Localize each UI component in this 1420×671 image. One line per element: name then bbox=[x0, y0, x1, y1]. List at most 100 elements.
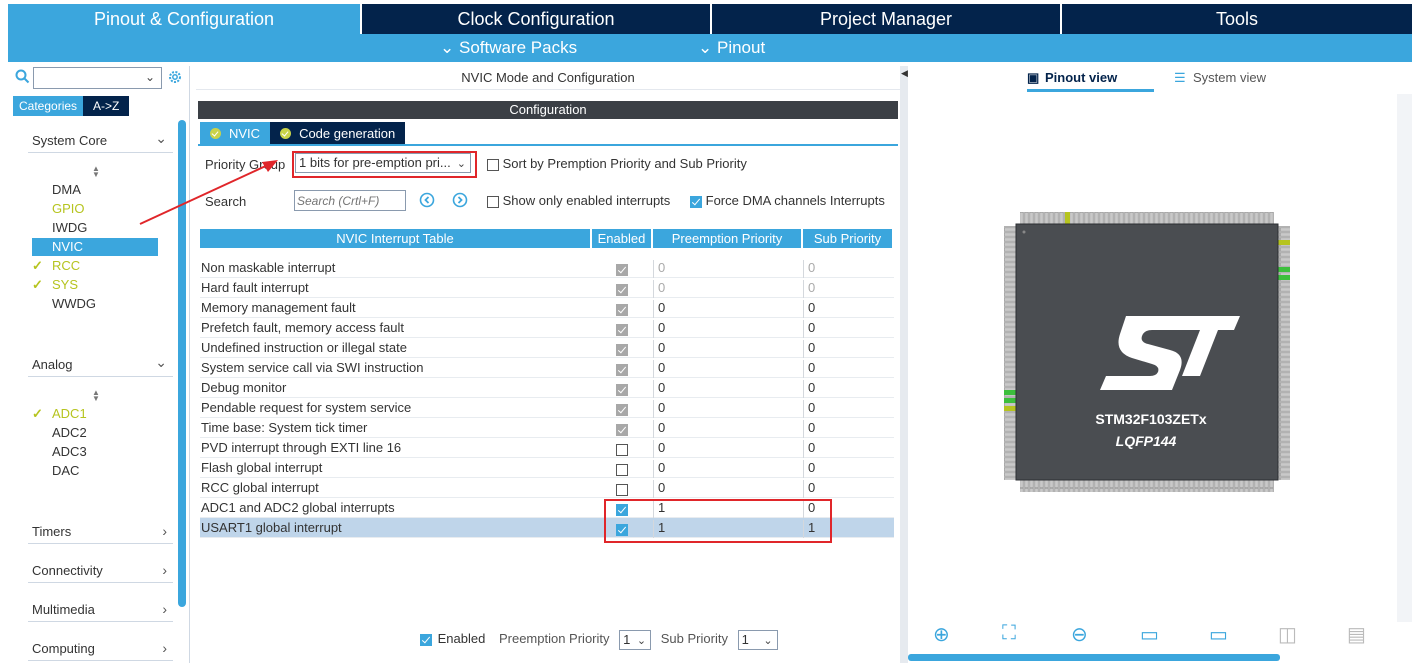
sub-priority-select[interactable]: 1 ⌄ bbox=[737, 630, 778, 650]
category-timers[interactable]: Timers › bbox=[28, 522, 173, 544]
table-row[interactable]: Flash global interrupt 0 0 bbox=[200, 458, 894, 478]
sub-priority-cell[interactable]: 0 bbox=[803, 280, 893, 298]
sub-priority-cell[interactable]: 0 bbox=[803, 320, 893, 338]
zoom-out-icon[interactable]: ⊖ bbox=[1071, 622, 1088, 647]
software-packs-menu[interactable]: ⌄ Software Packs bbox=[440, 38, 577, 58]
sidebar-item-gpio[interactable]: GPIO bbox=[52, 200, 85, 218]
preemption-priority-cell[interactable]: 0 bbox=[653, 360, 803, 378]
rotate-right-icon[interactable]: ▭ bbox=[1140, 622, 1159, 647]
preemption-priority-cell[interactable]: 0 bbox=[653, 280, 803, 298]
sub-priority-cell[interactable]: 0 bbox=[803, 300, 893, 318]
table-row[interactable]: PVD interrupt through EXTI line 16 0 0 bbox=[200, 438, 894, 458]
vertical-scrollbar[interactable] bbox=[1397, 94, 1412, 622]
horizontal-scrollbar[interactable] bbox=[908, 654, 1280, 661]
sub-priority-cell[interactable]: 0 bbox=[803, 460, 893, 478]
col-sub-priority[interactable]: Sub Priority bbox=[803, 229, 892, 248]
show-enabled-checkbox[interactable] bbox=[487, 195, 499, 208]
table-row[interactable]: Hard fault interrupt 0 0 bbox=[200, 278, 894, 298]
sub-priority-cell[interactable]: 0 bbox=[803, 440, 893, 458]
search-previous-icon[interactable] bbox=[419, 192, 435, 208]
category-multimedia[interactable]: Multimedia › bbox=[28, 600, 173, 622]
tab-categories[interactable]: Categories bbox=[13, 96, 84, 116]
sub-priority-cell[interactable]: 0 bbox=[803, 380, 893, 398]
enabled-checkbox[interactable] bbox=[616, 441, 628, 456]
preemption-priority-cell[interactable]: 0 bbox=[653, 420, 803, 438]
preemption-priority-cell[interactable]: 0 bbox=[653, 340, 803, 358]
sidebar-item-dma[interactable]: DMA bbox=[52, 181, 81, 199]
table-row[interactable]: Prefetch fault, memory access fault 0 0 bbox=[200, 318, 894, 338]
sidebar-item-adc3[interactable]: ADC3 bbox=[52, 443, 87, 461]
tab-system-view[interactable]: ☰ System view bbox=[1174, 70, 1266, 86]
tab-tools[interactable]: Tools bbox=[1062, 4, 1412, 34]
sub-priority-cell[interactable]: 0 bbox=[803, 360, 893, 378]
flip-horizontal-icon[interactable]: ◫ bbox=[1278, 622, 1297, 647]
sub-priority-cell[interactable]: 0 bbox=[803, 400, 893, 418]
table-row[interactable]: Memory management fault 0 0 bbox=[200, 298, 894, 318]
table-row[interactable]: Debug monitor 0 0 bbox=[200, 378, 894, 398]
sort-checkbox[interactable] bbox=[487, 158, 499, 171]
sidebar-item-dac[interactable]: DAC bbox=[52, 462, 79, 480]
sidebar-item-wwdg[interactable]: WWDG bbox=[52, 295, 96, 313]
show-enabled-row[interactable]: Show only enabled interrupts bbox=[487, 193, 670, 208]
preemption-priority-cell[interactable]: 0 bbox=[653, 320, 803, 338]
table-row[interactable]: Non maskable interrupt 0 0 bbox=[200, 258, 894, 278]
preemption-priority-cell[interactable]: 0 bbox=[653, 300, 803, 318]
interrupt-search-input[interactable] bbox=[294, 190, 406, 211]
table-row[interactable]: Pendable request for system service 0 0 bbox=[200, 398, 894, 418]
force-dma-row[interactable]: Force DMA channels Interrupts bbox=[690, 193, 885, 208]
gear-icon[interactable] bbox=[167, 69, 183, 85]
col-enabled[interactable]: Enabled bbox=[592, 229, 651, 248]
sub-priority-cell[interactable]: 0 bbox=[803, 340, 893, 358]
preemption-priority-cell[interactable]: 0 bbox=[653, 400, 803, 418]
sub-priority-cell[interactable]: 0 bbox=[803, 420, 893, 438]
tab-pinout-view[interactable]: ▣ Pinout view bbox=[1027, 70, 1154, 92]
enabled-checkbox[interactable] bbox=[616, 481, 628, 496]
preemption-select[interactable]: 1 ⌄ bbox=[619, 630, 652, 650]
tab-pinout-configuration[interactable]: Pinout & Configuration bbox=[8, 4, 362, 34]
category-connectivity[interactable]: Connectivity › bbox=[28, 561, 173, 583]
table-row[interactable]: System service call via SWI instruction 0… bbox=[200, 358, 894, 378]
tab-project-manager[interactable]: Project Manager bbox=[712, 4, 1062, 34]
sort-checkbox-row[interactable]: Sort by Premption Priority and Sub Prior… bbox=[487, 156, 747, 171]
preemption-priority-cell[interactable]: 0 bbox=[653, 440, 803, 458]
preemption-priority-cell[interactable]: 0 bbox=[653, 260, 803, 278]
category-analog[interactable]: Analog ⌄ bbox=[28, 354, 173, 377]
table-row[interactable]: Undefined instruction or illegal state 0 0 bbox=[200, 338, 894, 358]
fit-screen-icon[interactable]: ⛶ bbox=[1002, 622, 1016, 645]
tab-clock-configuration[interactable]: Clock Configuration bbox=[362, 4, 712, 34]
sort-icon[interactable]: ▲ ▼ bbox=[92, 389, 100, 403]
sidebar-search-combo[interactable]: ⌄ bbox=[33, 67, 162, 89]
col-interrupt-table[interactable]: NVIC Interrupt Table bbox=[200, 229, 590, 248]
mcu-chip[interactable]: STM32F103ZETx LQFP144 bbox=[1004, 212, 1290, 492]
sidebar-item-adc1[interactable]: ADC1 bbox=[52, 405, 87, 423]
tab-code-generation[interactable]: Code generation bbox=[270, 122, 406, 144]
category-computing[interactable]: Computing › bbox=[28, 639, 173, 661]
sidebar-item-iwdg[interactable]: IWDG bbox=[52, 219, 87, 237]
flip-vertical-icon[interactable]: ▤ bbox=[1347, 622, 1366, 647]
search-next-icon[interactable] bbox=[452, 192, 468, 208]
preemption-priority-cell[interactable]: 0 bbox=[653, 380, 803, 398]
col-preemption[interactable]: Preemption Priority bbox=[653, 229, 801, 248]
rotate-left-icon[interactable]: ▭ bbox=[1209, 622, 1228, 647]
collapse-arrow-icon[interactable]: ◀ bbox=[901, 68, 908, 79]
enabled-checkbox[interactable] bbox=[420, 634, 432, 646]
zoom-in-icon[interactable]: ⊕ bbox=[933, 622, 950, 647]
preemption-priority-cell[interactable]: 0 bbox=[653, 460, 803, 478]
preemption-priority-cell[interactable]: 0 bbox=[653, 480, 803, 498]
sidebar-item-rcc[interactable]: RCC bbox=[52, 257, 80, 275]
enabled-checkbox[interactable] bbox=[616, 461, 628, 476]
tab-a-z[interactable]: A->Z bbox=[83, 96, 130, 116]
sidebar-item-nvic[interactable]: NVIC bbox=[32, 238, 158, 256]
interrupt-name: System service call via SWI instruction bbox=[201, 360, 424, 375]
sort-icon[interactable]: ▲ ▼ bbox=[92, 165, 100, 179]
sidebar-item-sys[interactable]: SYS bbox=[52, 276, 78, 294]
pinout-menu[interactable]: ⌄ Pinout bbox=[698, 38, 765, 58]
panel-divider[interactable]: ◀ bbox=[900, 66, 908, 663]
sub-priority-cell[interactable]: 0 bbox=[803, 260, 893, 278]
sub-priority-cell[interactable]: 0 bbox=[803, 480, 893, 498]
force-dma-checkbox[interactable] bbox=[690, 195, 702, 208]
tab-nvic[interactable]: NVIC bbox=[200, 122, 271, 144]
table-row[interactable]: Time base: System tick timer 0 0 bbox=[200, 418, 894, 438]
table-row[interactable]: RCC global interrupt 0 0 bbox=[200, 478, 894, 498]
sidebar-item-adc2[interactable]: ADC2 bbox=[52, 424, 87, 442]
